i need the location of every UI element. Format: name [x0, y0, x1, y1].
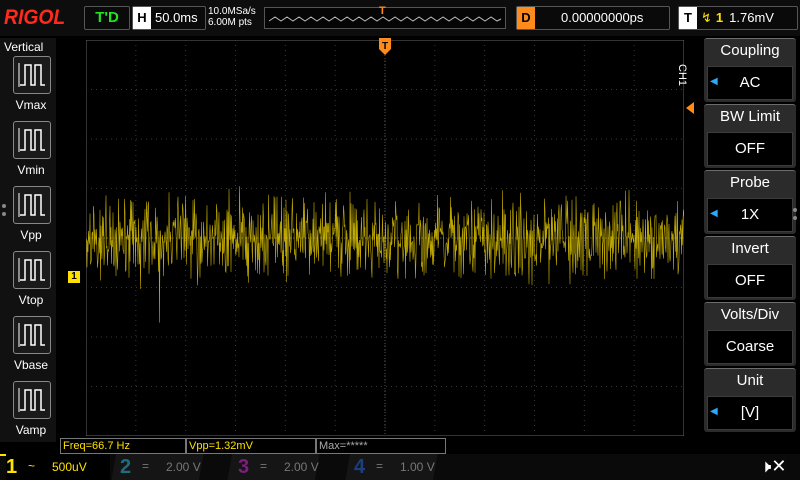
coupling-dc-icon: =	[260, 459, 268, 473]
menu-item-value: Coarse	[707, 330, 793, 364]
menu-item-invert[interactable]: Invert OFF	[704, 236, 796, 300]
coupling-dc-icon: =	[376, 459, 384, 473]
coupling-ac-icon: ~	[28, 459, 36, 473]
delay-tag: D	[517, 7, 535, 29]
left-arrow-icon: ◀	[710, 208, 718, 219]
measure-item-label: Vbase	[13, 358, 49, 372]
menu-item-value: AC	[707, 66, 793, 100]
measure-item-label: Vamp	[15, 423, 47, 437]
channel-number: 1	[6, 456, 18, 478]
brand-logo: RIGOL	[4, 6, 66, 29]
trigger-level: 1.76mV	[729, 10, 774, 25]
left-arrow-icon: ◀	[710, 76, 718, 87]
menu-scroll-dot	[793, 216, 797, 220]
channel-number: 4	[354, 456, 366, 478]
vbase-icon	[18, 323, 45, 347]
memory-depth: 6.00M pts	[208, 17, 252, 28]
vmax-icon	[18, 63, 45, 87]
timebase-value: 50.0ms	[155, 10, 198, 25]
channel-1-tab[interactable]: 1 ~ 500uV	[6, 454, 110, 480]
channel-scale: 2.00 V	[284, 460, 319, 474]
measure-item-label: Vpp	[20, 228, 42, 242]
menu-item-bw-limit[interactable]: BW Limit OFF	[704, 104, 796, 168]
svg-text:T: T	[382, 41, 388, 52]
waveform-grid[interactable]	[86, 40, 684, 436]
menu-item-title: BW Limit	[720, 108, 780, 125]
channel-scale: 500uV	[52, 460, 87, 474]
measure-vpp: Vpp=1.32mV	[186, 438, 316, 454]
timebase-tag: H	[133, 7, 151, 29]
ch1-waveform	[86, 186, 684, 323]
run-state-indicator[interactable]: T'D	[84, 6, 130, 30]
trigger-display[interactable]: T ↯ 1 1.76mV	[678, 6, 798, 30]
menu-item-coupling[interactable]: Coupling AC ◀	[704, 38, 796, 102]
measure-item-label: Vtop	[18, 293, 44, 307]
menu-channel-label: CH1	[676, 64, 688, 87]
menu-item-volts-div[interactable]: Volts/Div Coarse	[704, 302, 796, 366]
delay-value: 0.00000000ps	[561, 10, 644, 25]
timebase-display[interactable]: H 50.0ms	[132, 6, 206, 30]
acquisition-info: 10.0MSa/s 6.00M pts	[208, 6, 256, 28]
menu-item-title: Volts/Div	[720, 306, 780, 323]
panel-scroll-dot	[2, 212, 6, 216]
measure-item-label: Vmin	[17, 163, 45, 177]
measure-freq: Freq=66.7 Hz	[60, 438, 186, 454]
menu-item-title: Invert	[731, 240, 769, 257]
menu-item-value: OFF	[707, 132, 793, 166]
menu-item-value: [V]	[707, 396, 793, 430]
channel-number: 3	[238, 456, 250, 478]
measure-vmin-button[interactable]	[13, 121, 51, 159]
channel-2-tab[interactable]: 2 = 2.00 V	[120, 454, 220, 480]
trigger-time-marker-icon[interactable]: T	[378, 38, 392, 56]
menu-scroll-dot	[793, 208, 797, 212]
measure-vamp-button[interactable]	[13, 381, 51, 419]
coupling-dc-icon: =	[142, 459, 150, 473]
trigger-level-marker-icon[interactable]	[684, 100, 698, 130]
ch1-offset-marker[interactable]: 1	[68, 271, 80, 283]
trigger-tag: T	[679, 7, 697, 29]
menu-item-title: Coupling	[720, 42, 780, 59]
trigger-position-marker-icon: T	[379, 5, 386, 17]
channel-number: 2	[120, 456, 132, 478]
left-arrow-icon: ◀	[710, 406, 718, 417]
sample-rate: 10.0MSa/s	[208, 6, 256, 17]
menu-item-value: 1X	[707, 198, 793, 232]
measure-max: Max=*****	[316, 438, 446, 454]
delay-display[interactable]: D 0.00000000ps	[516, 6, 670, 30]
measure-vmax-button[interactable]	[13, 56, 51, 94]
sound-muted-icon[interactable]: 🕨✕	[760, 456, 786, 477]
channel-4-tab[interactable]: 4 = 1.00 V	[354, 454, 454, 480]
channel-menu: Coupling AC ◀ BW Limit OFF Probe 1X ◀ Invert OFF V…	[704, 38, 800, 438]
measure-vbase-button[interactable]	[13, 316, 51, 354]
measure-panel-title: Vertical	[4, 40, 44, 54]
channel-scale: 1.00 V	[400, 460, 435, 474]
vtop-icon	[18, 258, 45, 282]
menu-item-probe[interactable]: Probe 1X ◀	[704, 170, 796, 234]
menu-item-value: OFF	[707, 264, 793, 298]
menu-item-title: Probe	[729, 174, 771, 191]
vamp-icon	[18, 388, 45, 412]
vmin-icon	[18, 128, 45, 152]
menu-item-unit[interactable]: Unit [V] ◀	[704, 368, 796, 432]
channel-3-tab[interactable]: 3 = 2.00 V	[238, 454, 338, 480]
measure-vpp-button[interactable]	[13, 186, 51, 224]
vpp-icon	[18, 193, 45, 217]
rising-edge-icon: ↯	[701, 10, 712, 25]
trigger-source: 1	[715, 10, 724, 25]
menu-item-title: Unit	[736, 372, 764, 389]
measure-vtop-button[interactable]	[13, 251, 51, 289]
channel-scale: 2.00 V	[166, 460, 201, 474]
measure-item-label: Vmax	[15, 98, 47, 112]
panel-scroll-dot	[2, 204, 6, 208]
